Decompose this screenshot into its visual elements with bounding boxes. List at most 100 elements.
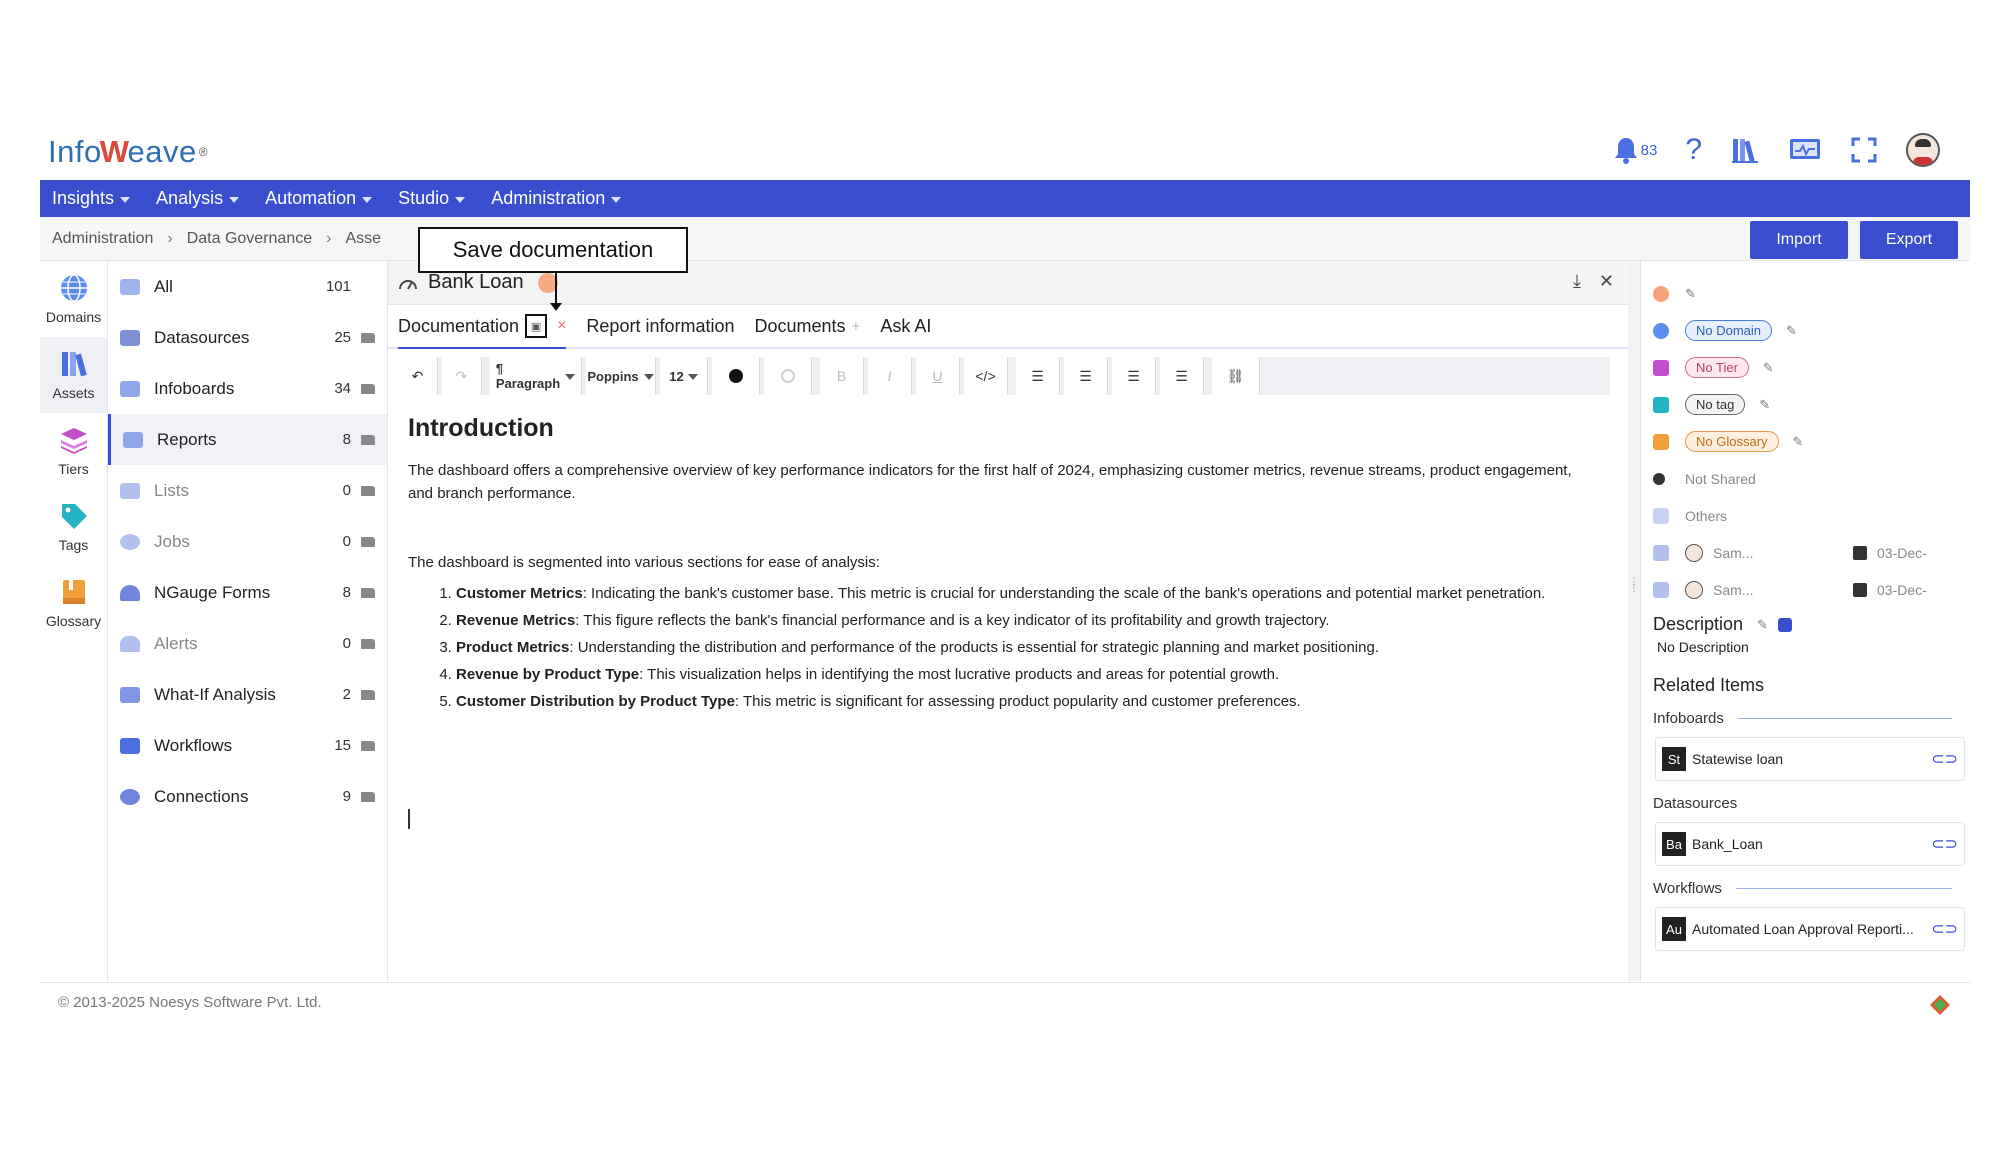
asset-jobs[interactable]: Jobs 0 — [108, 516, 387, 567]
align-left-button[interactable]: ☰ — [1016, 357, 1060, 395]
monitor-button[interactable] — [1788, 136, 1822, 164]
asset-ngauge-forms[interactable]: NGauge Forms 8 — [108, 567, 387, 618]
workflow-icon — [120, 737, 140, 754]
align-right-button[interactable]: ☰ — [1112, 357, 1156, 395]
asset-count: 8 — [342, 584, 351, 601]
rail-glossary[interactable]: Glossary — [40, 565, 107, 641]
underline-button[interactable]: U — [916, 357, 960, 395]
edit-icon[interactable]: ✎ — [1786, 323, 1797, 339]
notifications-button[interactable]: 83 — [1613, 136, 1658, 164]
folder-icon[interactable] — [361, 434, 375, 445]
bold-button[interactable]: B — [820, 357, 864, 395]
redo-button[interactable]: ↷ — [442, 357, 482, 395]
library-button[interactable] — [1730, 135, 1760, 165]
edit-icon[interactable]: ✎ — [1793, 434, 1804, 450]
download-icon[interactable]: ⤓ — [1573, 271, 1581, 292]
panel-resize-handle[interactable] — [1628, 261, 1640, 981]
font-size-select[interactable]: 12 — [660, 357, 708, 395]
infoveave-logo[interactable]: Info W eave ® — [48, 132, 208, 172]
asset-what-if-analysis[interactable]: What-If Analysis 2 — [108, 669, 387, 720]
asset-label: Alerts — [154, 633, 198, 653]
help-button[interactable]: ? — [1685, 133, 1702, 167]
notification-count: 83 — [1640, 141, 1658, 159]
folder-icon[interactable] — [361, 791, 375, 802]
ai-icon[interactable] — [1777, 617, 1792, 632]
close-icon[interactable]: ✕ — [1599, 271, 1614, 292]
discard-icon[interactable]: × — [557, 317, 566, 335]
folder-icon[interactable] — [361, 485, 375, 496]
folder-icon[interactable] — [361, 638, 375, 649]
tab-documentation[interactable]: Documentation ▣ × — [398, 305, 567, 349]
folder-icon[interactable] — [361, 587, 375, 598]
rail-tags[interactable]: Tags — [40, 489, 107, 565]
asset-alerts[interactable]: Alerts 0 — [108, 618, 387, 669]
nav-administration[interactable]: Administration — [491, 188, 622, 209]
nav-analysis[interactable]: Analysis — [156, 188, 240, 209]
highlight-color-button[interactable] — [764, 357, 812, 395]
editor-toolbar: ↶ ↷ ¶ Paragraph Poppins 12 B I U </> ☰ ☰… — [398, 357, 1610, 395]
folder-icon[interactable] — [361, 536, 375, 547]
asset-datasources[interactable]: Datasources 25 — [108, 312, 387, 363]
asset-reports[interactable]: Reports 8 — [108, 414, 387, 465]
drag-handle-icon[interactable]: ⋮ ⋮ — [1629, 578, 1639, 594]
asset-infoboards[interactable]: Infoboards 34 — [108, 363, 387, 414]
folder-icon[interactable] — [361, 332, 375, 343]
chevron-down-icon — [643, 374, 654, 380]
logo-text-info: Info — [48, 134, 102, 169]
nav-studio[interactable]: Studio — [398, 188, 466, 209]
breadcrumb-assets[interactable]: Asse — [345, 230, 381, 248]
export-button[interactable]: Export — [1860, 221, 1958, 259]
code-button[interactable]: </> — [964, 357, 1008, 395]
asset-all[interactable]: All 101 — [108, 261, 387, 312]
font-size-value: 12 — [669, 368, 684, 384]
nav-insights[interactable]: Insights — [52, 188, 131, 209]
logo-mark: W — [99, 134, 130, 169]
fullscreen-button[interactable] — [1850, 136, 1878, 164]
tag-pill: No tag — [1685, 394, 1746, 415]
connection-icon — [120, 788, 140, 805]
rail-domains[interactable]: Domains — [40, 261, 107, 337]
edit-icon[interactable]: ✎ — [1685, 286, 1696, 302]
import-button[interactable]: Import — [1750, 221, 1848, 259]
edit-icon[interactable]: ✎ — [1759, 397, 1770, 413]
link-icon[interactable]: ⊂⊃ — [1931, 919, 1958, 939]
undo-button[interactable]: ↶ — [398, 357, 438, 395]
section-list: Customer Metrics: Indicating the bank's … — [408, 582, 1588, 713]
tab-ask-ai[interactable]: Ask AI — [880, 304, 931, 348]
document-editor[interactable]: Introduction The dashboard offers a comp… — [408, 411, 1588, 717]
item-badge: St — [1662, 747, 1686, 771]
edit-icon[interactable]: ✎ — [1763, 360, 1774, 376]
related-item[interactable]: Ba Bank_Loan ⊂⊃ — [1655, 822, 1965, 866]
asset-connections[interactable]: Connections 9 — [108, 771, 387, 822]
align-justify-button[interactable]: ☰ — [1160, 357, 1204, 395]
user-avatar[interactable] — [1906, 133, 1940, 167]
related-item[interactable]: St Statewise loan ⊂⊃ — [1655, 737, 1965, 781]
divider — [1737, 718, 1952, 719]
folder-icon[interactable] — [361, 740, 375, 751]
folder-icon[interactable] — [361, 689, 375, 700]
asset-workflows[interactable]: Workflows 15 — [108, 720, 387, 771]
list-text: : Indicating the bank's customer base. T… — [582, 585, 1546, 602]
rail-assets[interactable]: Assets — [40, 337, 107, 413]
link-icon[interactable]: ⊂⊃ — [1931, 749, 1958, 769]
asset-lists[interactable]: Lists 0 — [108, 465, 387, 516]
tab-report-information[interactable]: Report information — [586, 304, 734, 348]
add-document-icon[interactable]: + — [852, 318, 861, 335]
text-color-button[interactable] — [712, 357, 760, 395]
edit-icon[interactable]: ✎ — [1757, 617, 1768, 633]
breadcrumb-administration[interactable]: Administration — [52, 230, 153, 248]
align-center-button[interactable]: ☰ — [1064, 357, 1108, 395]
save-documentation-button[interactable]: ▣ — [525, 314, 548, 338]
rail-tiers[interactable]: Tiers — [40, 413, 107, 489]
folder-icon[interactable] — [361, 383, 375, 394]
asset-label: Lists — [154, 480, 189, 500]
insert-link-button[interactable]: ⛓ — [1212, 357, 1260, 395]
font-family-select[interactable]: Poppins — [586, 357, 656, 395]
tab-documents[interactable]: Documents + — [755, 304, 861, 348]
paragraph-style-select[interactable]: ¶ Paragraph — [490, 357, 582, 395]
link-icon[interactable]: ⊂⊃ — [1931, 834, 1958, 854]
italic-button[interactable]: I — [868, 357, 912, 395]
breadcrumb-data-governance[interactable]: Data Governance — [187, 230, 312, 248]
nav-automation[interactable]: Automation — [265, 188, 373, 209]
related-item[interactable]: Au Automated Loan Approval Reporti... ⊂⊃ — [1655, 907, 1965, 951]
